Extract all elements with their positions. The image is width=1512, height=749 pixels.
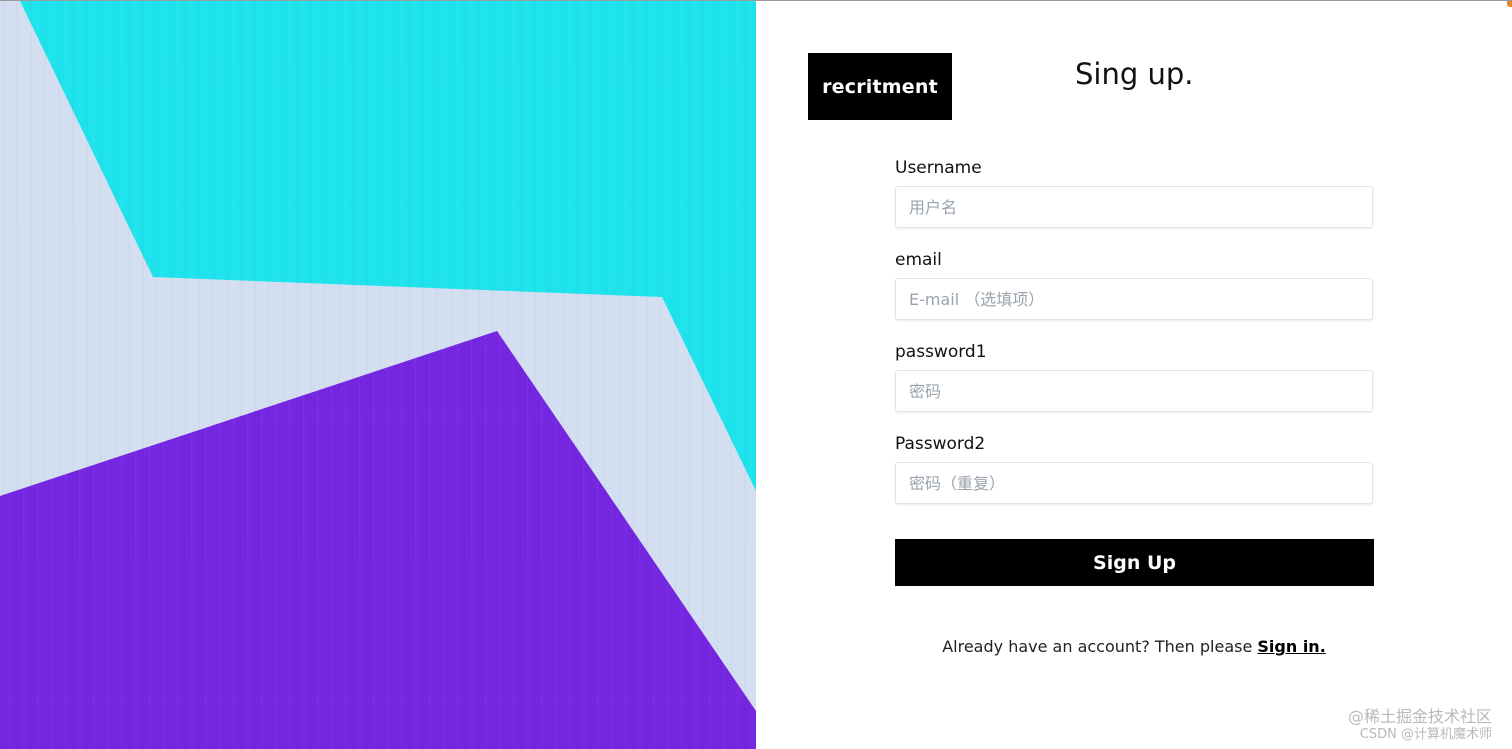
- corner-indicator-icon: [1507, 1, 1512, 7]
- sign-up-button[interactable]: Sign Up: [895, 539, 1374, 586]
- watermark-line-2: CSDN @计算机魔术师: [1359, 727, 1492, 742]
- email-field-group: email: [895, 249, 1373, 320]
- signin-prompt-text: Already have an account? Then please: [942, 637, 1258, 656]
- abstract-painting-image: [0, 1, 756, 749]
- signup-form: Username email password1 Password2 Sign …: [895, 157, 1374, 586]
- hero-artwork: [0, 1, 756, 749]
- page-title: Sing up.: [1075, 57, 1194, 91]
- password1-input[interactable]: [895, 370, 1373, 412]
- username-field-group: Username: [895, 157, 1373, 228]
- password1-field-group: password1: [895, 341, 1373, 412]
- password1-label: password1: [895, 342, 987, 362]
- brand-logo-text: recritment: [822, 75, 938, 98]
- username-label: Username: [895, 158, 982, 178]
- watermark: @稀土掘金技术社区 CSDN @计算机魔术师: [1348, 708, 1492, 744]
- password2-label: Password2: [895, 434, 986, 454]
- password2-field-group: Password2: [895, 433, 1373, 504]
- signup-panel: recritment Sing up. Username email passw…: [756, 1, 1512, 749]
- signup-page: recritment Sing up. Username email passw…: [0, 0, 1512, 749]
- email-label: email: [895, 250, 942, 270]
- brand-logo[interactable]: recritment: [808, 53, 952, 120]
- password2-input[interactable]: [895, 462, 1373, 504]
- signin-prompt-line: Already have an account? Then please Sig…: [756, 637, 1512, 656]
- email-input[interactable]: [895, 278, 1373, 320]
- sign-in-link[interactable]: Sign in.: [1257, 637, 1325, 656]
- username-input[interactable]: [895, 186, 1373, 228]
- watermark-line-1: @稀土掘金技术社区: [1347, 707, 1492, 726]
